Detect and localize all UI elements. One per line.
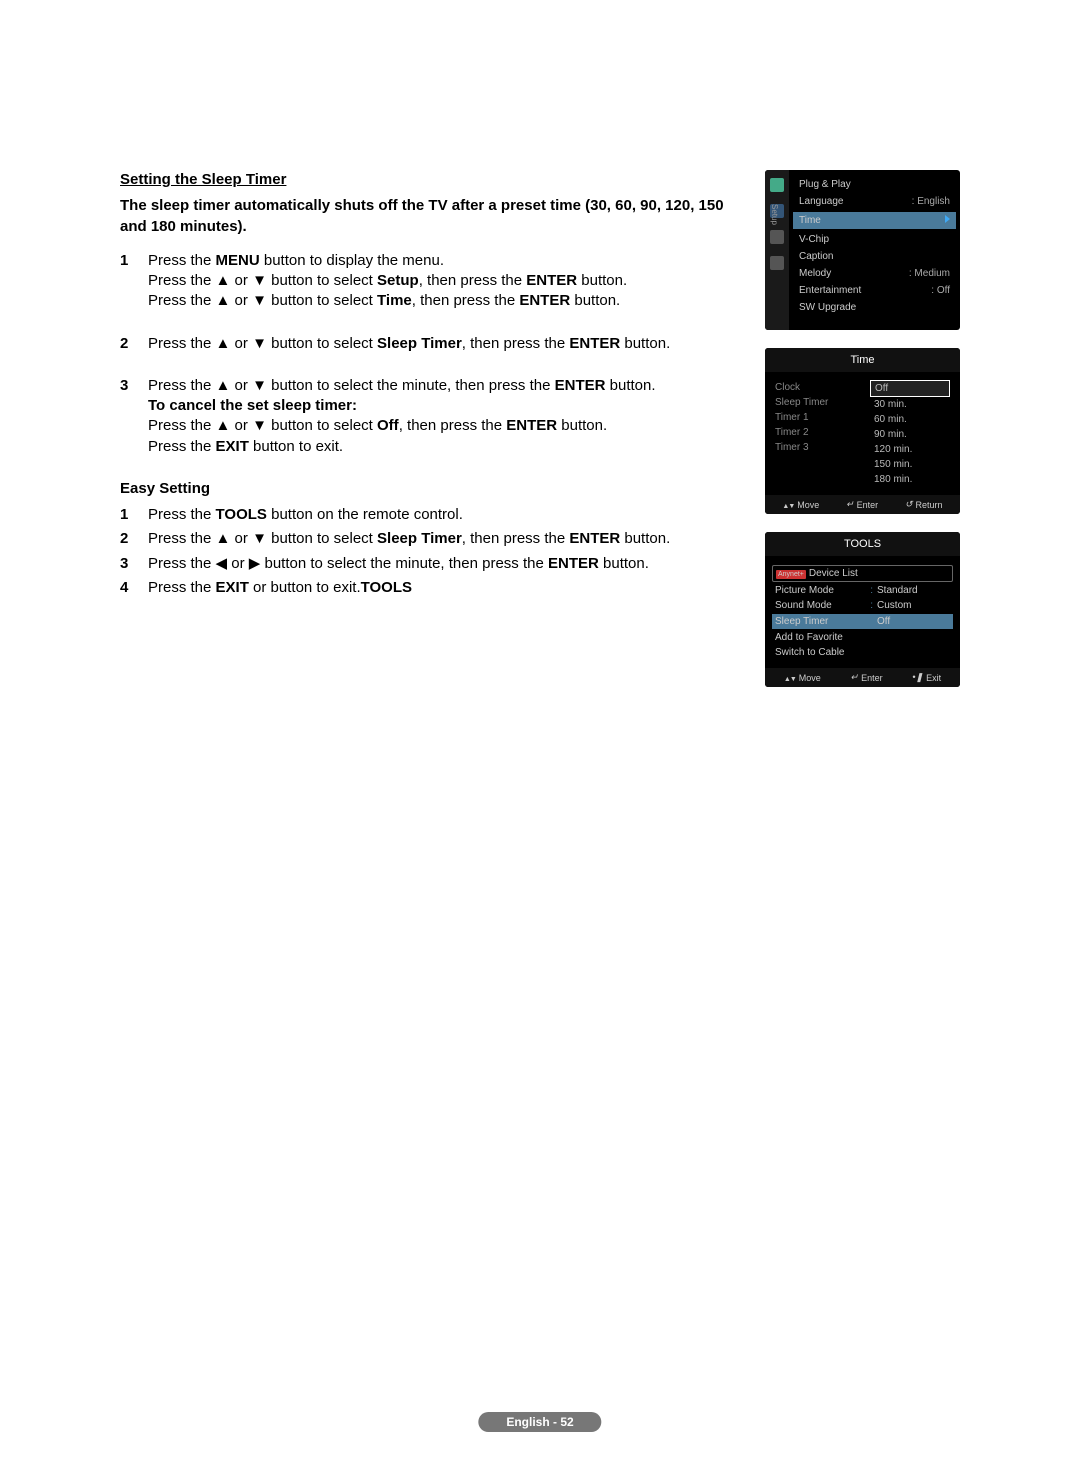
easy-step: 2 Press the or button to select Sleep Tim…: [120, 529, 735, 549]
step-number: 1: [120, 505, 138, 525]
tools-footer: Move Enter Exit: [765, 668, 960, 687]
tools-item: Sleep Timer:Off: [772, 614, 953, 629]
section-title: Setting the Sleep Timer: [120, 170, 735, 190]
menu-item: Time: [793, 212, 956, 229]
time-label: Timer 3: [775, 440, 870, 455]
exit-hint: Exit: [912, 672, 941, 683]
step-number: 2: [120, 334, 138, 354]
menu-item: Language: English: [799, 193, 950, 210]
step-number: 4: [120, 578, 138, 598]
step-number: 3: [120, 376, 138, 457]
enter-hint: Enter: [846, 499, 878, 510]
instructions-column: Setting the Sleep Timer The sleep timer …: [120, 170, 735, 705]
return-hint: Return: [905, 499, 943, 510]
timer-option: Off: [870, 380, 950, 397]
easy-setting-title: Easy Setting: [120, 479, 735, 499]
tools-item: Picture Mode:Standard: [775, 583, 950, 598]
step-text: Press the EXIT or button to exit.TOOLS: [148, 578, 735, 598]
step: 2 Press the or button to select Sleep Tim…: [120, 334, 735, 354]
menu-item: SW Upgrade: [799, 299, 950, 316]
menu-item: Entertainment: Off: [799, 282, 950, 299]
setup-menu-screenshot: Setup Plug & PlayLanguage: English Time V-…: [765, 170, 960, 330]
step: 1Press the MENU button to display the me…: [120, 251, 735, 312]
time-label: Clock: [775, 380, 870, 395]
time-label: Timer 2: [775, 425, 870, 440]
tools-item: Add to Favorite: [775, 630, 950, 645]
step-text: Press the or button to select the minute…: [148, 376, 735, 457]
tools-item: Anynet+Device List: [772, 565, 953, 582]
page-content: Setting the Sleep Timer The sleep timer …: [120, 170, 960, 705]
page-footer: English - 52: [478, 1412, 601, 1432]
tools-title: TOOLS: [765, 532, 960, 556]
easy-step: 1 Press the TOOLS button on the remote co…: [120, 505, 735, 525]
step-text: Press the or button to select Sleep Time…: [148, 334, 735, 354]
menu-tabs: Setup: [765, 170, 789, 330]
step-text: Press the TOOLS button on the remote con…: [148, 505, 735, 525]
menu-item: V-Chip: [799, 231, 950, 248]
step-number: 3: [120, 554, 138, 574]
tools-item: Sound Mode:Custom: [775, 598, 950, 613]
move-hint: Move: [782, 499, 819, 510]
sleep-timer-options: Off30 min.60 min.90 min.120 min.150 min.…: [870, 380, 950, 487]
timer-option: 120 min.: [870, 442, 950, 457]
timer-option: 60 min.: [870, 412, 950, 427]
timer-option: 30 min.: [870, 397, 950, 412]
setup-menu-items: Plug & PlayLanguage: English Time V-ChipCa…: [789, 170, 960, 330]
menu-item: Melody: Medium: [799, 265, 950, 282]
intro-text: The sleep timer automatically shuts off …: [120, 196, 735, 237]
menu-footer: Move Enter Return: [765, 495, 960, 514]
step-number: 2: [120, 529, 138, 549]
time-label: Sleep Timer: [775, 395, 870, 410]
tools-item: Switch to Cable: [775, 645, 950, 660]
time-menu-title: Time: [765, 348, 960, 372]
timer-option: 90 min.: [870, 427, 950, 442]
tools-items: Anynet+Device ListPicture Mode:StandardS…: [765, 556, 960, 668]
setup-tab-label: Setup: [770, 204, 779, 225]
timer-option: 180 min.: [870, 472, 950, 487]
step-text: Press the or button to select Sleep Time…: [148, 529, 735, 549]
step-text: Press the or button to select the minute…: [148, 554, 735, 574]
menu-item: Caption: [799, 248, 950, 265]
step-text: Press the MENU button to display the men…: [148, 251, 735, 312]
main-steps: 1Press the MENU button to display the me…: [120, 251, 735, 457]
time-menu-screenshot: Time ClockSleep TimerTimer 1Timer 2Timer…: [765, 348, 960, 514]
easy-step: 3 Press the or button to select the minut…: [120, 554, 735, 574]
time-menu-labels: ClockSleep TimerTimer 1Timer 2Timer 3: [775, 380, 870, 487]
menu-item: Plug & Play: [799, 176, 950, 193]
enter-hint: Enter: [851, 672, 883, 683]
screenshots-column: Setup Plug & PlayLanguage: English Time V-…: [765, 170, 960, 705]
time-label: Timer 1: [775, 410, 870, 425]
easy-step: 4 Press the EXIT or button to exit.TOOLS: [120, 578, 735, 598]
tools-menu-screenshot: TOOLS Anynet+Device ListPicture Mode:Sta…: [765, 532, 960, 687]
step: 3Press the or button to select the minut…: [120, 376, 735, 457]
move-hint: Move: [784, 672, 821, 683]
timer-option: 150 min.: [870, 457, 950, 472]
step-number: 1: [120, 251, 138, 312]
easy-steps: 1 Press the TOOLS button on the remote co…: [120, 505, 735, 598]
